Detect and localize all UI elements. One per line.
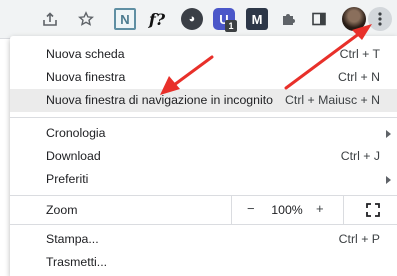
extension-badge: 1: [225, 20, 237, 32]
fullscreen-icon[interactable]: [366, 203, 380, 217]
menu-item-label: Nuova finestra di navigazione in incogni…: [46, 93, 273, 107]
menu-item-shortcut: Ctrl + Maiusc + N: [285, 93, 380, 107]
zoom-row: Zoom − 100% +: [10, 196, 397, 224]
browser-toolbar: N f? ◕ U 1 M: [0, 0, 397, 39]
submenu-arrow-icon: [386, 176, 391, 184]
menu-item-label: Download: [46, 149, 101, 163]
star-icon[interactable]: [74, 7, 98, 31]
menu-item-label: Cronologia: [46, 126, 106, 140]
extensions-puzzle-icon[interactable]: [276, 7, 300, 31]
zoom-divider: [231, 196, 232, 224]
menu-separator: [10, 224, 397, 225]
zoom-out-button[interactable]: −: [247, 201, 255, 216]
notion-extension-icon[interactable]: N: [114, 8, 136, 30]
menu-separator: [10, 117, 397, 118]
u-extension-icon[interactable]: U 1: [213, 8, 237, 32]
profile-avatar[interactable]: [342, 7, 366, 31]
menu-item-label: Nuova scheda: [46, 47, 125, 61]
menu-item-downloads[interactable]: Download Ctrl + J: [10, 145, 397, 168]
chrome-main-menu: Nuova scheda Ctrl + T Nuova finestra Ctr…: [10, 36, 397, 276]
zoom-divider: [343, 196, 344, 224]
menu-item-shortcut: Ctrl + J: [340, 149, 380, 163]
menu-item-new-incognito-window[interactable]: Nuova finestra di navigazione in incogni…: [10, 89, 397, 112]
ghost-extension-icon[interactable]: ◕: [181, 8, 203, 30]
menu-item-new-window[interactable]: Nuova finestra Ctrl + N: [10, 66, 397, 89]
menu-item-label: Trasmetti...: [46, 255, 108, 269]
menu-item-print[interactable]: Stampa... Ctrl + P: [10, 228, 397, 251]
formula-extension-icon[interactable]: f?: [146, 8, 168, 30]
zoom-label: Zoom: [46, 203, 78, 217]
menu-item-shortcut: Ctrl + N: [337, 70, 380, 84]
zoom-in-button[interactable]: +: [316, 201, 324, 216]
menu-item-label: Stampa...: [46, 232, 99, 246]
menu-item-shortcut: Ctrl + T: [339, 47, 380, 61]
menu-dots-icon[interactable]: [368, 7, 392, 31]
menu-item-label: Nuova finestra: [46, 70, 126, 84]
menu-item-bookmarks[interactable]: Preferiti: [10, 168, 397, 191]
submenu-arrow-icon: [386, 130, 391, 138]
zoom-level: 100%: [271, 203, 303, 217]
menu-item-cast[interactable]: Trasmetti...: [10, 251, 397, 274]
share-icon[interactable]: [38, 7, 62, 31]
side-panel-icon[interactable]: [307, 7, 331, 31]
menu-item-new-tab[interactable]: Nuova scheda Ctrl + T: [10, 43, 397, 66]
menu-item-label: Preferiti: [46, 172, 89, 186]
menu-item-history[interactable]: Cronologia: [10, 122, 397, 145]
m-extension-icon[interactable]: M: [246, 8, 268, 30]
menu-item-shortcut: Ctrl + P: [338, 232, 380, 246]
